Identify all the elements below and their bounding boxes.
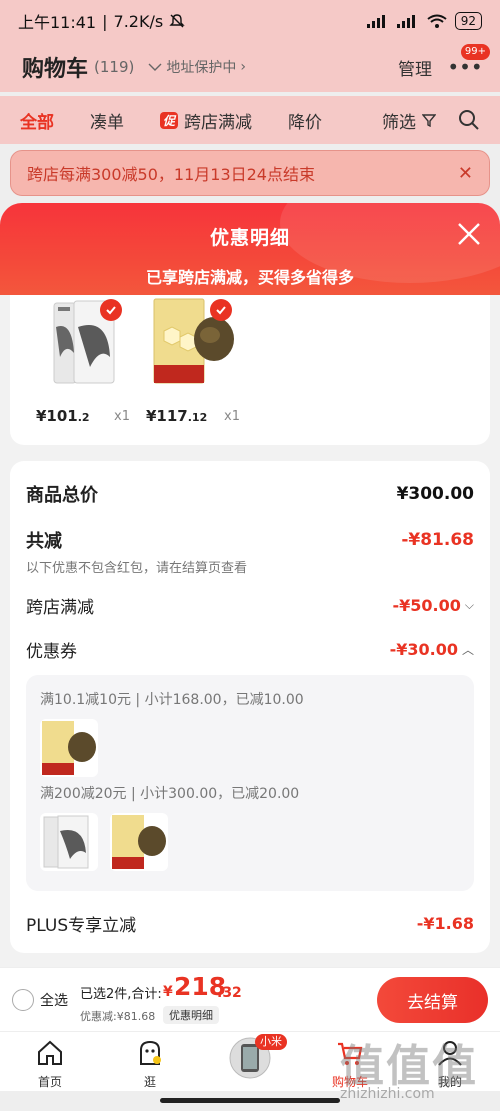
discount-detail-header: 优惠明细 已享跨店满减，买得多省得多	[0, 203, 500, 303]
plus-discount-value: -¥1.68	[416, 914, 474, 933]
chevron-up-icon: ︿	[461, 643, 474, 657]
close-icon[interactable]: ✕	[458, 163, 473, 184]
select-all-label[interactable]: 全选	[40, 990, 68, 1010]
mute-icon	[169, 14, 185, 28]
cross-store-value: -¥50.00	[392, 596, 461, 615]
tab-bundle[interactable]: 凑单	[90, 108, 124, 133]
cross-store-row[interactable]: 跨店满减 -¥50.00 ⌵	[26, 593, 474, 618]
browse-icon	[140, 1040, 161, 1065]
close-icon[interactable]	[456, 221, 482, 247]
filter-icon	[422, 114, 436, 127]
battery-level: 92	[454, 12, 482, 30]
cart-header: 购物车 (119) 地址保护中 › 管理 ••• 99+	[0, 42, 500, 92]
coupon-row[interactable]: 优惠券 -¥30.00 ︿	[26, 637, 474, 662]
nav-home[interactable]: 首页	[10, 1032, 90, 1090]
chevron-right-icon: ›	[240, 59, 246, 75]
coupon-detail-box: 满10.1减10元 | 小计168.00，已减10.00 满200减20元 | …	[26, 675, 474, 891]
item-qty: x1	[114, 409, 130, 424]
total-discount-label: 共减	[26, 531, 62, 552]
xiaomi-badge: 小米	[255, 1034, 287, 1050]
total-discount-value: -¥81.68	[401, 530, 474, 550]
chevron-down-icon: ⌵	[464, 598, 474, 612]
page-title: 购物车	[22, 57, 89, 82]
total-price-label: 商品总价	[26, 485, 98, 506]
promo-banner-text: 跨店每满300减50，11月13日24点结束	[27, 165, 315, 184]
filter-button[interactable]: 筛选	[382, 108, 436, 133]
nav-browse-label: 逛	[143, 1075, 156, 1089]
cross-store-label: 跨店满减	[26, 598, 94, 618]
plus-discount-label: PLUS专享立减	[26, 916, 137, 936]
wifi-icon	[427, 14, 447, 28]
promo-badge-icon: 促	[160, 111, 179, 129]
address-protection[interactable]: 地址保护中 ›	[148, 57, 246, 77]
status-bar: 上午11:41 | 7.2K/s 92	[0, 0, 500, 42]
checkout-bar: 全选 已选2件,合计: ¥ 218 .32 优惠减:¥81.68 优惠明细 去结…	[0, 967, 500, 1031]
discount-note: 以下优惠不包含红包，请在结算页查看	[26, 561, 248, 576]
total-currency: ¥	[163, 984, 173, 1000]
price-summary-card: 商品总价 ¥300.00 共减 -¥81.68 以下优惠不包含红包，请在结算页查…	[10, 461, 490, 953]
more-button[interactable]: ••• 99+	[447, 44, 490, 79]
total-amount-decimal: .32	[217, 985, 242, 1001]
search-icon[interactable]	[458, 109, 480, 131]
sheet-subtitle: 已享跨店满减，买得多省得多	[145, 268, 354, 287]
coupon-label: 优惠券	[26, 642, 77, 662]
address-protection-label: 地址保护中	[166, 60, 237, 76]
item-price: ¥101.2	[36, 407, 90, 425]
total-price-value: ¥300.00	[396, 484, 474, 504]
coupon-product-thumb	[40, 719, 98, 777]
coupon-product-thumb	[40, 813, 98, 871]
checkout-button[interactable]: 去结算	[377, 977, 488, 1023]
shield-icon	[148, 63, 162, 71]
watermark: 值值值	[340, 1041, 478, 1092]
nav-home-label: 首页	[37, 1075, 62, 1089]
signal-icon-2	[396, 15, 415, 28]
coupon-value: -¥30.00	[389, 640, 458, 659]
plus-discount-row: PLUS专享立减 -¥1.68	[26, 911, 474, 936]
watermark-url: zhizhizhi.com	[340, 1086, 435, 1102]
coupon-line: 满200减20元 | 小计300.00，已减20.00	[40, 786, 300, 802]
status-time: 上午11:41	[18, 13, 97, 32]
item-qty: x1	[224, 409, 240, 424]
tab-cross-store[interactable]: 促 跨店满减	[160, 108, 252, 133]
discount-detail-body: ¥101.2 x1 ¥117.12 x1 商品总价 ¥300.00 共减 -¥8…	[0, 295, 500, 967]
discount-small: 优惠减:¥81.68	[80, 1010, 156, 1023]
cart-count: (119)	[94, 58, 135, 76]
discount-detail-toggle[interactable]: 优惠明细	[163, 1006, 219, 1024]
message-badge: 99+	[460, 44, 490, 60]
home-icon	[38, 1040, 62, 1065]
selected-items-card: ¥101.2 x1 ¥117.12 x1	[10, 295, 490, 445]
tab-cross-store-label: 跨店满减	[184, 112, 253, 133]
signal-icon	[366, 15, 385, 28]
total-discount-row: 共减 -¥81.68	[26, 527, 474, 553]
coupon-line: 满10.1减10元 | 小计168.00，已减10.00	[40, 692, 304, 708]
home-indicator[interactable]	[160, 1098, 340, 1103]
item-price: ¥117.12	[146, 407, 208, 425]
selected-count: 已选2件,合计:	[80, 987, 162, 1002]
network-speed: 7.2K/s	[113, 11, 164, 31]
filter-label: 筛选	[382, 112, 416, 133]
item-checked-icon[interactable]	[210, 299, 232, 321]
manage-button[interactable]: 管理	[398, 55, 432, 80]
cart-tabs: 全部 凑单 促 跨店满减 降价 筛选	[0, 96, 500, 144]
coupon-product-thumb	[110, 813, 168, 871]
item-checked-icon[interactable]	[100, 299, 122, 321]
total-price-row: 商品总价 ¥300.00	[26, 481, 474, 507]
select-all-radio[interactable]	[12, 989, 34, 1011]
tab-all[interactable]: 全部	[20, 108, 54, 133]
nav-browse[interactable]: 逛	[110, 1032, 190, 1090]
promo-banner: 跨店每满300减50，11月13日24点结束 ✕	[10, 150, 490, 196]
sheet-title: 优惠明细	[209, 227, 290, 249]
tab-price-drop[interactable]: 降价	[288, 108, 322, 133]
